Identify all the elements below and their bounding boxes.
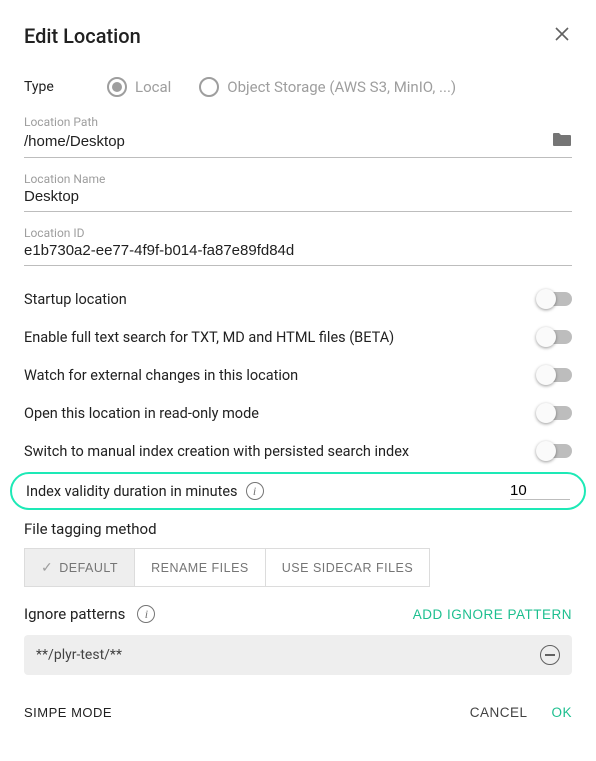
radio-local[interactable]: Local bbox=[107, 77, 171, 97]
index-validity-input[interactable] bbox=[510, 482, 570, 500]
radio-icon bbox=[199, 77, 219, 97]
manual-index-toggle[interactable] bbox=[538, 444, 572, 458]
fulltext-label: Enable full text search for TXT, MD and … bbox=[24, 329, 394, 346]
ignore-pattern-text: **/plyr-test/** bbox=[36, 647, 122, 663]
location-path-input[interactable] bbox=[24, 133, 552, 150]
tagging-method-label: File tagging method bbox=[24, 520, 572, 538]
dialog-title: Edit Location bbox=[24, 24, 141, 48]
radio-icon bbox=[107, 77, 127, 97]
folder-icon[interactable] bbox=[552, 131, 572, 151]
tagging-default-button[interactable]: ✓ DEFAULT bbox=[24, 548, 135, 587]
tagging-sidecar-button[interactable]: USE SIDECAR FILES bbox=[266, 548, 430, 587]
location-path-label: Location Path bbox=[24, 115, 572, 129]
location-path-field: Location Path bbox=[24, 115, 572, 158]
ignore-pattern-chip: **/plyr-test/** bbox=[24, 635, 572, 675]
index-validity-label: Index validity duration in minutes i bbox=[26, 482, 264, 500]
location-name-input[interactable] bbox=[24, 188, 572, 205]
location-id-label: Location ID bbox=[24, 226, 572, 240]
fulltext-toggle[interactable] bbox=[538, 330, 572, 344]
radio-local-label: Local bbox=[135, 78, 171, 96]
location-id-field: Location ID bbox=[24, 226, 572, 266]
close-button[interactable] bbox=[552, 24, 572, 49]
readonly-label: Open this location in read-only mode bbox=[24, 405, 259, 422]
toggle-row-manual-index: Switch to manual index creation with per… bbox=[24, 432, 572, 470]
add-ignore-pattern-button[interactable]: ADD IGNORE PATTERN bbox=[413, 607, 572, 622]
ignore-patterns-header: Ignore patterns i ADD IGNORE PATTERN bbox=[24, 605, 572, 623]
location-name-label: Location Name bbox=[24, 172, 572, 186]
check-icon: ✓ bbox=[41, 559, 53, 576]
remove-pattern-button[interactable] bbox=[540, 645, 560, 665]
radio-object-storage[interactable]: Object Storage (AWS S3, MinIO, ...) bbox=[199, 77, 456, 97]
ignore-patterns-label: Ignore patterns i bbox=[24, 605, 155, 623]
manual-label: Switch to manual index creation with per… bbox=[24, 443, 409, 460]
info-icon[interactable]: i bbox=[137, 605, 155, 623]
toggle-row-readonly: Open this location in read-only mode bbox=[24, 394, 572, 432]
info-icon[interactable]: i bbox=[246, 482, 264, 500]
close-icon bbox=[554, 26, 570, 42]
location-id-input[interactable] bbox=[24, 242, 572, 259]
cancel-button[interactable]: CANCEL bbox=[470, 705, 528, 720]
tagging-method-group: ✓ DEFAULT RENAME FILES USE SIDECAR FILES bbox=[24, 548, 572, 587]
location-name-field: Location Name bbox=[24, 172, 572, 212]
ok-button[interactable]: OK bbox=[551, 705, 572, 720]
startup-label: Startup location bbox=[24, 291, 127, 308]
dialog-header: Edit Location bbox=[24, 24, 572, 49]
type-label: Type bbox=[24, 79, 79, 95]
readonly-toggle[interactable] bbox=[538, 406, 572, 420]
radio-object-label: Object Storage (AWS S3, MinIO, ...) bbox=[227, 78, 456, 96]
index-validity-row: Index validity duration in minutes i bbox=[10, 472, 586, 510]
type-row: Type Local Object Storage (AWS S3, MinIO… bbox=[24, 77, 572, 97]
startup-toggle[interactable] bbox=[538, 292, 572, 306]
edit-location-dialog: Edit Location Type Local Object Storage … bbox=[0, 0, 596, 732]
toggle-row-fulltext: Enable full text search for TXT, MD and … bbox=[24, 318, 572, 356]
toggle-row-watch: Watch for external changes in this locat… bbox=[24, 356, 572, 394]
dialog-footer: SIMPE MODE CANCEL OK bbox=[24, 697, 572, 720]
tagging-rename-button[interactable]: RENAME FILES bbox=[135, 548, 266, 587]
toggle-row-startup: Startup location bbox=[24, 280, 572, 318]
watch-toggle[interactable] bbox=[538, 368, 572, 382]
simple-mode-button[interactable]: SIMPE MODE bbox=[24, 705, 112, 720]
watch-label: Watch for external changes in this locat… bbox=[24, 367, 298, 384]
